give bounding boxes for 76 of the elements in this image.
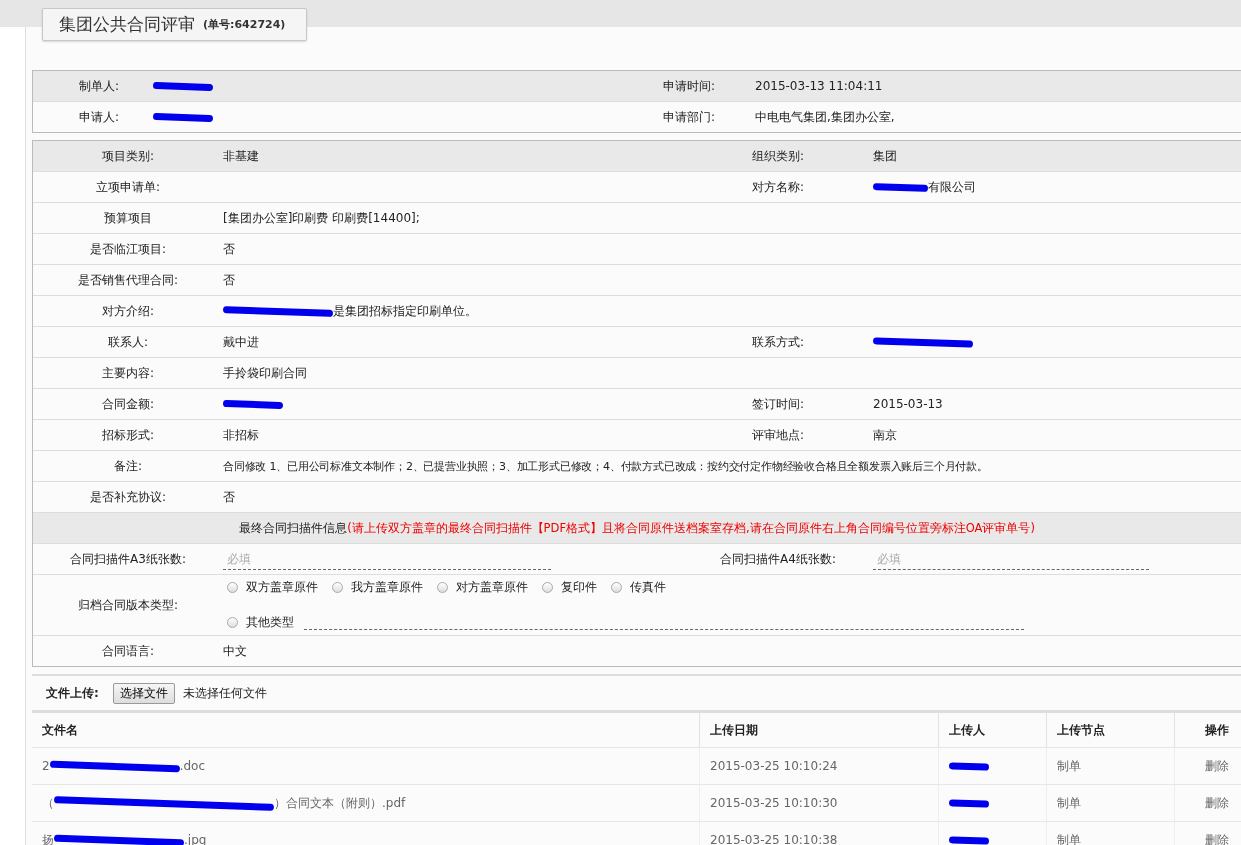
field-label: 主要内容: (100, 365, 155, 381)
field-value: 手拎袋印刷合同 (223, 365, 308, 381)
column-header: 上传节点 (1046, 713, 1174, 747)
field-value: 否 (223, 241, 236, 257)
field-value: 否 (223, 272, 236, 288)
field-label: 联系方式: (750, 334, 805, 350)
input-field[interactable]: 必填 (873, 548, 1149, 570)
radio-option[interactable]: 复印件 (542, 580, 597, 595)
section-note: (请上传双方盖章的最终合同扫描件【PDF格式】且将合同原件送档案室存档,请在合同原件右上角合同编号位置旁标注OA评审单号) (347, 521, 1035, 535)
radio-option[interactable]: 双方盖章原件 (227, 580, 318, 595)
choose-file-button[interactable]: 选择文件 (112, 682, 175, 704)
field-value: 是集团招标指定印刷单位。 (333, 303, 477, 319)
radio-option[interactable]: 对方盖章原件 (437, 580, 528, 595)
field-label: 备注: (112, 458, 143, 474)
field-label: 申请时间: (663, 78, 717, 94)
field-label: 申请部门: (663, 109, 717, 125)
file-name: 扬 (42, 832, 54, 845)
column-header: 上传人 (938, 713, 1046, 747)
field-label: 合同金额: (100, 396, 155, 412)
field-label: 预算项目 (103, 210, 153, 226)
field-value: 集团 (873, 148, 898, 164)
upload-node: 制单 (1046, 822, 1174, 845)
field-label: 合同扫描件A3纸张数: (69, 551, 187, 567)
field-label: 立项申请单: (94, 179, 161, 195)
file-name: .doc (179, 758, 205, 774)
field-label: 合同扫描件A4纸张数: (719, 551, 837, 567)
upload-label: 文件上传: (46, 685, 99, 701)
field-label: 对方介绍: (100, 303, 155, 319)
field-label: 联系人: (106, 334, 149, 350)
upload-date: 2015-03-25 10:10:30 (699, 785, 938, 821)
field-label: 是否销售代理合同: (76, 272, 179, 288)
field-value: 合同修改 1、已用公司标准文本制作；2、已提营业执照；3、加工形式已修改；4、付款方式已改成：按约交付定作物经验收合格且全额发票入账后三个月付款。 (223, 458, 989, 474)
input-field[interactable]: 必填 (223, 548, 551, 570)
file-name: ）合同文本（附则）.pdf (274, 795, 406, 811)
section-title: 最终合同扫描件信息 (239, 521, 348, 535)
field-value: 非招标 (223, 427, 260, 443)
field-label: 组织类别: (750, 148, 805, 164)
column-header: 操作 (1174, 713, 1241, 747)
file-name: （ (42, 795, 54, 811)
field-label: 归档合同版本类型: (76, 597, 179, 613)
field-label: 是否临江项目: (88, 241, 167, 257)
field-label: 是否补充协议: (88, 489, 167, 505)
upload-node: 制单 (1046, 785, 1174, 821)
field-value: 2015-03-13 11:04:11 (755, 78, 884, 94)
field-label: 对方名称: (750, 179, 805, 195)
field-value: 南京 (873, 427, 898, 443)
page-title: 集团公共合同评审 (59, 17, 195, 32)
field-value: 有限公司 (928, 179, 976, 195)
file-name: 2 (42, 758, 50, 774)
field-label: 招标形式: (100, 427, 155, 443)
column-header: 文件名 (41, 721, 79, 739)
field-label: 评审地点: (750, 427, 805, 443)
order-number: (单号:642724) (203, 17, 286, 32)
field-label: 项目类别: (100, 148, 155, 164)
delete-link[interactable]: 删除 (1174, 748, 1241, 784)
field-value: 中文 (223, 643, 248, 659)
field-label: 合同语言: (100, 643, 155, 659)
field-value: 2015-03-13 (873, 396, 944, 412)
field-value: [集团办公室]印刷费 印刷费[14400]; (223, 210, 421, 226)
field-value: 戴中进 (223, 334, 260, 350)
upload-date: 2015-03-25 10:10:38 (699, 822, 938, 845)
column-header: 上传日期 (699, 713, 938, 747)
delete-link[interactable]: 删除 (1174, 822, 1241, 845)
upload-node: 制单 (1046, 748, 1174, 784)
field-value: 否 (223, 489, 236, 505)
field-label: 签订时间: (750, 396, 805, 412)
radio-option[interactable]: 其他类型 (227, 615, 294, 630)
field-label: 制单人: (78, 78, 121, 94)
field-value: 中电电气集团,集团办公室, (755, 109, 896, 125)
field-label: 申请人: (78, 109, 121, 125)
radio-option[interactable]: 我方盖章原件 (332, 580, 423, 595)
upload-date: 2015-03-25 10:10:24 (699, 748, 938, 784)
delete-link[interactable]: 删除 (1174, 785, 1241, 821)
radio-option[interactable]: 传真件 (611, 580, 666, 595)
upload-status: 未选择任何文件 (182, 685, 267, 701)
field-value: 非基建 (223, 148, 260, 164)
